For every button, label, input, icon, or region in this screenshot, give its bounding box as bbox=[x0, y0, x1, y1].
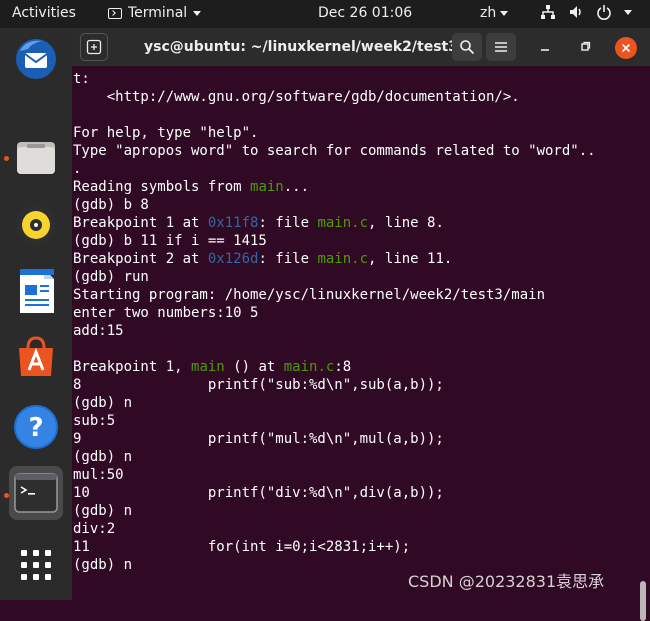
system-tray[interactable] bbox=[540, 4, 632, 20]
terminal-line: <http://www.gnu.org/software/gdb/documen… bbox=[73, 89, 520, 105]
rhythmbox-icon bbox=[16, 205, 56, 245]
show-applications-button[interactable] bbox=[9, 538, 63, 592]
app-menu-label: Terminal bbox=[128, 5, 188, 21]
terminal-line: (gdb) b 11 if i == 1415 bbox=[73, 233, 267, 249]
menu-button[interactable] bbox=[486, 33, 516, 61]
input-method-menu[interactable]: zh bbox=[480, 5, 509, 21]
terminal-line: (gdb) n bbox=[73, 503, 133, 519]
input-method-label: zh bbox=[480, 5, 497, 21]
terminal-icon bbox=[14, 473, 58, 513]
chevron-down-icon bbox=[500, 10, 509, 16]
line-segment: 0x126d bbox=[207, 251, 259, 267]
terminal-line: (gdb) run bbox=[73, 269, 149, 285]
minimize-icon bbox=[541, 49, 549, 51]
line-segment: main.c bbox=[283, 359, 335, 375]
terminal-line: Breakpoint 1 at 0x11f8: file main.c, lin… bbox=[73, 214, 444, 232]
terminal-line: 11 for(int i=0;i<2831;i++); bbox=[73, 539, 411, 555]
terminal-line: Reading symbols from main... bbox=[73, 178, 309, 196]
search-button[interactable] bbox=[452, 33, 482, 61]
terminal-line: enter two numbers:10 5 bbox=[73, 305, 259, 321]
line-segment: main bbox=[191, 359, 225, 375]
terminal-window: ysc@ubuntu: ~/linuxkernel/week2/test3 t:… bbox=[72, 28, 650, 621]
line-segment: 0x11f8 bbox=[207, 215, 259, 231]
close-icon bbox=[621, 43, 631, 53]
window-title: ysc@ubuntu: ~/linuxkernel/week2/test3 bbox=[144, 39, 458, 55]
terminal-line: div:2 bbox=[73, 521, 116, 537]
terminal-line: t: bbox=[73, 71, 90, 87]
search-icon bbox=[460, 40, 475, 55]
terminal-line: (gdb) n bbox=[73, 395, 133, 411]
line-segment: Breakpoint 1 at bbox=[73, 215, 208, 231]
line-segment: ... bbox=[283, 179, 310, 195]
terminal-output[interactable]: t: <http://www.gnu.org/software/gdb/docu… bbox=[72, 66, 650, 621]
dock-item-terminal[interactable] bbox=[9, 466, 63, 520]
terminal-line: For help, type "help". bbox=[73, 125, 259, 141]
help-icon: ? bbox=[14, 405, 58, 449]
line-segment: main.c bbox=[317, 251, 369, 267]
dock-item-software[interactable] bbox=[9, 330, 63, 384]
line-segment: : file bbox=[258, 251, 318, 267]
dock-item-files[interactable] bbox=[9, 130, 63, 184]
new-tab-button[interactable] bbox=[80, 33, 108, 61]
power-icon bbox=[597, 5, 611, 20]
chevron-down-icon bbox=[624, 9, 632, 15]
terminal-line: sub:5 bbox=[73, 413, 116, 429]
close-button[interactable] bbox=[615, 37, 637, 59]
dock: ? bbox=[0, 28, 72, 600]
terminal-app-icon bbox=[108, 7, 122, 19]
dock-item-writer[interactable] bbox=[9, 264, 63, 318]
line-segment: : file bbox=[258, 215, 318, 231]
svg-text:?: ? bbox=[28, 413, 43, 443]
line-segment: , line 8. bbox=[368, 215, 444, 231]
files-icon bbox=[17, 142, 55, 174]
new-tab-icon bbox=[86, 39, 102, 55]
writer-icon bbox=[20, 269, 54, 313]
software-icon bbox=[19, 336, 53, 376]
line-segment: () at bbox=[224, 359, 284, 375]
watermark: CSDN @20232831袁思承 bbox=[408, 572, 605, 591]
app-menu[interactable]: Terminal bbox=[108, 5, 202, 21]
title-bar[interactable]: ysc@ubuntu: ~/linuxkernel/week2/test3 bbox=[72, 28, 650, 66]
terminal-line: (gdb) n bbox=[73, 449, 133, 465]
line-segment: Breakpoint 2 at bbox=[73, 251, 208, 267]
terminal-line: Breakpoint 1, main () at main.c:8 bbox=[73, 358, 351, 376]
line-segment: main bbox=[250, 179, 284, 195]
minimize-button[interactable] bbox=[534, 36, 556, 58]
top-bar: Activities Terminal Dec 26 01:06 zh bbox=[0, 0, 650, 28]
apps-grid-icon bbox=[21, 550, 51, 580]
terminal-line: . bbox=[73, 161, 82, 177]
line-segment: Breakpoint 1, bbox=[73, 359, 192, 375]
scrollbar-thumb[interactable] bbox=[640, 581, 646, 621]
volume-icon bbox=[570, 6, 581, 18]
terminal-line: 9 printf("mul:%d\n",mul(a,b)); bbox=[73, 431, 444, 447]
maximize-button[interactable] bbox=[574, 36, 596, 58]
terminal-line: Type "apropos word" to search for comman… bbox=[73, 143, 596, 159]
activities-button[interactable]: Activities bbox=[12, 5, 76, 21]
terminal-line: (gdb) b 8 bbox=[73, 197, 149, 213]
line-segment: Reading symbols from bbox=[73, 179, 251, 195]
terminal-line: mul:50 bbox=[73, 467, 124, 483]
line-segment: , line 11. bbox=[368, 251, 453, 267]
line-segment: :8 bbox=[334, 359, 352, 375]
dock-item-help[interactable]: ? bbox=[9, 400, 63, 454]
hamburger-menu-icon bbox=[495, 42, 507, 52]
terminal-line: 10 printf("div:%d\n",div(a,b)); bbox=[73, 485, 444, 501]
terminal-line: Starting program: /home/ysc/linuxkernel/… bbox=[73, 287, 546, 303]
terminal-line: add:15 bbox=[73, 323, 124, 339]
terminal-line: 8 printf("sub:%d\n",sub(a,b)); bbox=[73, 377, 444, 393]
terminal-line: Breakpoint 2 at 0x126d: file main.c, lin… bbox=[73, 250, 452, 268]
chevron-down-icon bbox=[193, 10, 202, 16]
dock-item-rhythmbox[interactable] bbox=[9, 198, 63, 252]
terminal-line: (gdb) n bbox=[73, 557, 133, 573]
thunderbird-icon bbox=[16, 39, 56, 79]
network-icon bbox=[541, 5, 555, 19]
dock-item-thunderbird[interactable] bbox=[9, 32, 63, 86]
clock[interactable]: Dec 26 01:06 bbox=[318, 5, 412, 21]
line-segment: main.c bbox=[317, 215, 369, 231]
restore-icon bbox=[581, 41, 591, 51]
